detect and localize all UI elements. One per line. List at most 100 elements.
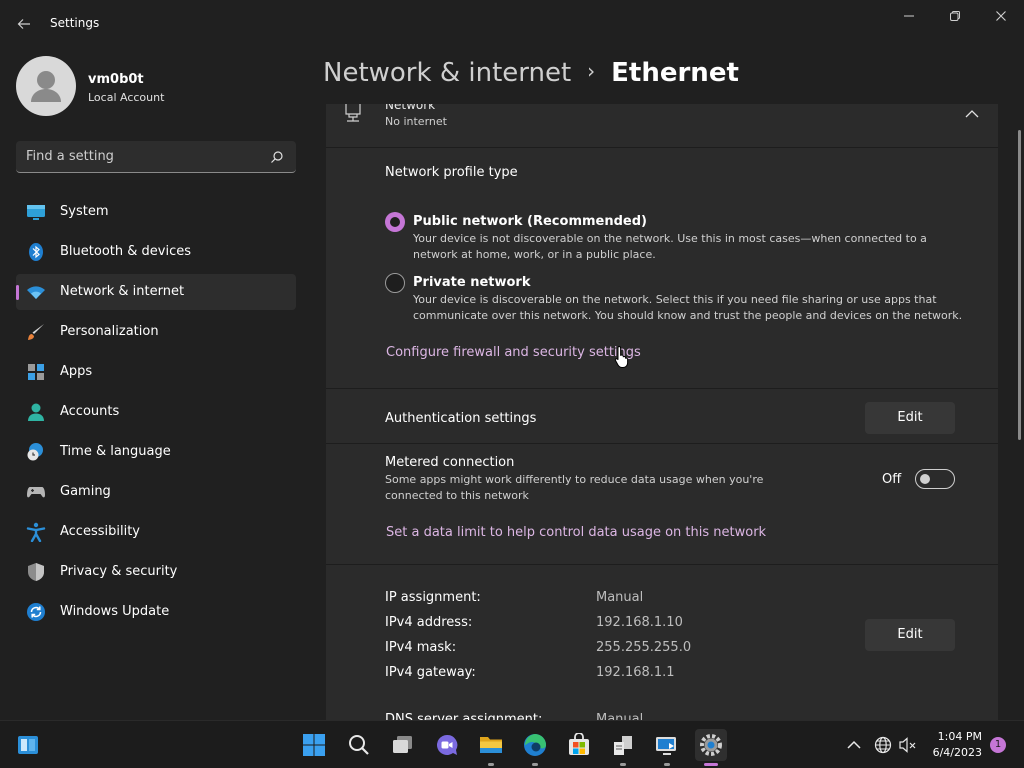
network-app-icon (614, 736, 632, 755)
sidebar-item-windows-update[interactable]: Windows Update (16, 594, 296, 630)
configure-firewall-link[interactable]: Configure firewall and security settings (386, 345, 641, 360)
search-input[interactable] (16, 141, 256, 171)
remote-desktop-button[interactable] (651, 729, 683, 766)
shield-icon (28, 563, 44, 581)
globe-icon[interactable] (873, 735, 893, 755)
file-explorer-button[interactable] (475, 729, 507, 766)
divider (326, 443, 998, 444)
hand-cursor-icon (614, 345, 629, 368)
ip-settings-edit-button[interactable]: Edit (865, 619, 955, 651)
sidebar-item-label: Bluetooth & devices (60, 244, 191, 259)
authentication-edit-button[interactable]: Edit (865, 402, 955, 434)
network-name: Network (385, 104, 436, 112)
sidebar-item-gaming[interactable]: Gaming (16, 474, 296, 510)
metered-connection-toggle[interactable] (915, 469, 955, 489)
remote-desktop-icon (656, 737, 676, 755)
system-icon (27, 205, 45, 220)
running-indicator (532, 763, 538, 766)
sidebar-item-label: Time & language (60, 444, 171, 459)
back-button[interactable] (12, 13, 36, 35)
authentication-label: Authentication settings (385, 411, 537, 426)
ipv4-address-value: 192.168.1.10 (596, 615, 683, 630)
sidebar-item-personalization[interactable]: Personalization (16, 314, 296, 350)
minimize-button[interactable] (886, 4, 932, 28)
clock-date: 6/4/2023 (932, 746, 982, 759)
sidebar-nav: System Bluetooth & devices Network & int… (16, 194, 296, 634)
task-view-button[interactable] (387, 729, 419, 761)
apps-icon (28, 364, 44, 380)
search-icon (349, 735, 369, 755)
ipv4-gateway-label: IPv4 gateway: (385, 665, 476, 680)
chevron-up-icon[interactable] (844, 735, 864, 755)
taskbar: 1:04 PM 6/4/2023 1 (0, 720, 1024, 768)
private-network-title: Private network (413, 275, 531, 290)
metered-connection-description: Some apps might work differently to redu… (385, 473, 764, 502)
back-arrow-icon (17, 19, 30, 29)
clock-globe-icon (27, 443, 43, 461)
taskbar-search-button[interactable] (343, 729, 375, 761)
start-button[interactable] (298, 729, 330, 761)
settings-app-button[interactable] (695, 729, 727, 766)
sidebar-item-accessibility[interactable]: Accessibility (16, 514, 296, 550)
settings-search[interactable] (16, 141, 296, 173)
widgets-button[interactable] (12, 729, 44, 761)
notification-badge[interactable]: 1 (990, 737, 1006, 753)
ethernet-network-icon (345, 104, 361, 122)
sidebar-item-privacy-security[interactable]: Privacy & security (16, 554, 296, 590)
public-network-title: Public network (Recommended) (413, 214, 647, 229)
ipv4-address-label: IPv4 address: (385, 615, 473, 630)
breadcrumb-parent[interactable]: Network & internet (323, 58, 571, 88)
update-icon (27, 603, 45, 621)
sidebar-item-accounts[interactable]: Accounts (16, 394, 296, 430)
sidebar-item-time-language[interactable]: Time & language (16, 434, 296, 470)
search-icon (271, 151, 283, 163)
sidebar-item-label: Accounts (60, 404, 120, 419)
network-app-button[interactable] (607, 729, 639, 766)
chat-button[interactable] (431, 729, 463, 761)
speaker-muted-icon[interactable] (898, 735, 918, 755)
wifi-icon (27, 286, 45, 299)
user-profile[interactable]: vm0b0t Local Account (16, 56, 306, 120)
network-header[interactable]: Network No internet (326, 104, 998, 148)
private-network-description: Your device is discoverable on the netwo… (413, 293, 963, 322)
close-icon (996, 11, 1006, 21)
avatar (16, 56, 76, 116)
ip-assignment-label: IP assignment: (385, 590, 481, 605)
public-network-radio[interactable] (385, 212, 405, 232)
chevron-up-icon[interactable] (962, 106, 982, 122)
settings-icon (700, 734, 722, 756)
sidebar-item-label: System (60, 204, 109, 219)
divider (326, 564, 998, 565)
sidebar-item-label: Accessibility (60, 524, 140, 539)
metered-toggle-state: Off (882, 472, 902, 487)
sidebar-item-apps[interactable]: Apps (16, 354, 296, 390)
data-limit-link[interactable]: Set a data limit to help control data us… (386, 525, 766, 540)
public-network-description: Your device is not discoverable on the n… (413, 232, 927, 261)
sidebar-item-network[interactable]: Network & internet (16, 274, 296, 310)
sidebar-item-bluetooth[interactable]: Bluetooth & devices (16, 234, 296, 270)
title-bar: Settings (0, 0, 1024, 48)
taskbar-clock[interactable]: 1:04 PM 6/4/2023 (933, 729, 982, 761)
brush-icon (28, 324, 44, 340)
breadcrumb: Network & internet › Ethernet (323, 58, 739, 94)
widgets-icon (18, 736, 38, 754)
network-status: No internet (385, 115, 447, 128)
clock-time: 1:04 PM (937, 730, 982, 743)
gamepad-icon (27, 487, 45, 498)
edge-button[interactable] (519, 729, 551, 766)
sidebar-item-system[interactable]: System (16, 194, 296, 230)
restore-button[interactable] (932, 4, 978, 28)
running-indicator (620, 763, 626, 766)
dns-assignment-value: Manual (596, 712, 644, 720)
running-indicator (664, 763, 670, 766)
close-button[interactable] (978, 4, 1024, 28)
content-scrollbar[interactable] (1018, 130, 1021, 440)
private-network-radio[interactable] (385, 273, 405, 293)
store-button[interactable] (563, 729, 595, 761)
sidebar-item-label: Privacy & security (60, 564, 178, 579)
running-indicator (488, 763, 494, 766)
metered-connection-title: Metered connection (385, 455, 515, 470)
user-name: vm0b0t (88, 72, 144, 87)
divider (326, 388, 998, 389)
user-silhouette-icon (31, 71, 61, 102)
